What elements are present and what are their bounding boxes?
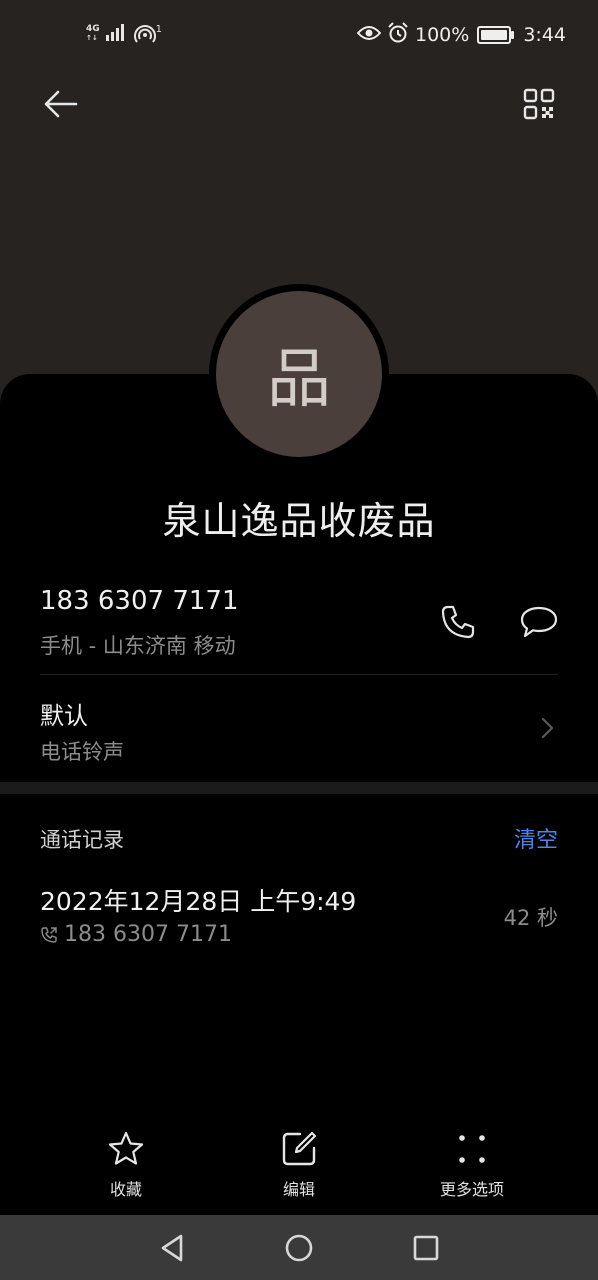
more-options-button[interactable]: 更多选项 — [412, 1128, 532, 1200]
network-arrows: ↑↓ — [86, 34, 98, 42]
avatar-initial: 品 — [267, 343, 331, 417]
qr-code-button[interactable] — [518, 84, 560, 124]
star-icon — [108, 1131, 144, 1165]
ringtone-row[interactable]: 默认 电话铃声 — [0, 676, 598, 776]
call-log-duration: 42 秒 — [503, 906, 558, 930]
avatar[interactable]: 品 — [216, 291, 382, 457]
clock: 3:44 — [523, 24, 566, 46]
favorite-button[interactable]: 收藏 — [66, 1128, 186, 1200]
more-options-label: 更多选项 — [439, 1180, 504, 1199]
network-label: 4G — [86, 24, 100, 34]
status-left: 4G ↑↓ 1 — [86, 22, 162, 46]
status-bar: 4G ↑↓ 1 100% 3:44 — [0, 0, 598, 70]
call-log-item[interactable]: 2022年12月28日 上午9:49 183 6307 7171 42 秒 — [0, 870, 598, 950]
outgoing-call-icon — [41, 926, 57, 943]
triangle-back-icon — [161, 1234, 183, 1262]
favorite-label: 收藏 — [109, 1180, 142, 1199]
nav-recents-button[interactable] — [408, 1230, 444, 1266]
status-right: 100% 3:44 — [356, 22, 566, 48]
contact-name: 泉山逸品收废品 — [162, 499, 436, 543]
phone-number[interactable]: 183 6307 7171 — [40, 586, 239, 616]
phone-icon — [441, 605, 475, 639]
eye-icon — [356, 25, 382, 45]
battery-fill — [481, 30, 508, 40]
phone-info: 手机 - 山东济南 移动 — [40, 634, 236, 658]
ringtone-title: 默认 — [40, 702, 88, 730]
nav-home-button[interactable] — [281, 1230, 317, 1266]
edit-icon — [282, 1131, 317, 1166]
ringtone-subtitle: 电话铃声 — [40, 740, 124, 764]
call-log-time: 2022年12月28日 上午9:49 — [40, 887, 357, 916]
call-log-header: 通话记录 — [40, 828, 124, 852]
alarm-icon — [387, 22, 409, 48]
message-button[interactable] — [516, 600, 562, 644]
signal-icon — [105, 23, 128, 45]
chevron-right-icon — [541, 717, 554, 739]
circle-home-icon — [285, 1234, 313, 1262]
square-recents-icon — [413, 1235, 439, 1261]
more-dots-icon — [459, 1135, 485, 1163]
battery-icon — [477, 26, 515, 44]
hotspot-icon: 1 — [133, 24, 163, 44]
battery-percent: 100% — [415, 24, 470, 46]
network-type: 4G ↑↓ — [86, 25, 100, 43]
nav-back-button[interactable] — [154, 1230, 190, 1266]
section-separator — [0, 782, 598, 794]
hotspot-count: 1 — [155, 24, 163, 35]
call-log-number-row: 183 6307 7171 — [40, 922, 232, 947]
call-log-number: 183 6307 7171 — [64, 922, 232, 947]
edit-label: 编辑 — [282, 1180, 315, 1199]
qr-code-icon — [523, 88, 555, 120]
clear-log-button[interactable]: 清空 — [514, 822, 558, 854]
divider — [40, 674, 558, 675]
edit-button[interactable]: 编辑 — [239, 1128, 359, 1200]
bottom-action-bar: 收藏 编辑 更多选项 — [0, 1128, 598, 1212]
message-icon — [520, 606, 558, 638]
back-button[interactable] — [38, 84, 82, 124]
arrow-left-icon — [44, 90, 78, 118]
call-button[interactable] — [436, 600, 480, 644]
system-navigation-bar — [0, 1215, 598, 1280]
